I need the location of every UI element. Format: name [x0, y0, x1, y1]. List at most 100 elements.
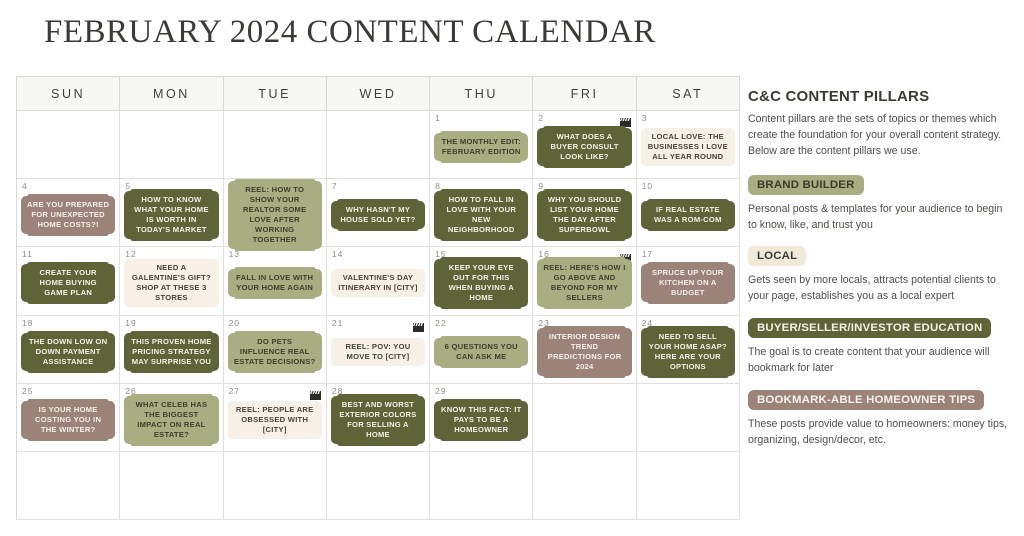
calendar-week-row	[17, 451, 740, 521]
calendar-day-cell[interactable]: 20 DO PETS INFLUENCE REAL ESTATE DECISION…	[223, 315, 327, 384]
calendar-day-cell[interactable]: 10 IF REAL ESTATE WAS A ROM-COM	[636, 179, 740, 248]
pillar-list: BRAND BUILDER Personal posts & templates …	[748, 174, 1010, 449]
day-number: 27	[228, 385, 241, 396]
day-header-sun: SUN	[17, 77, 121, 111]
content-post-tag[interactable]: REEL: HOW TO SHOW YOUR REALTOR SOME LOVE…	[227, 179, 322, 252]
day-header-fri: FRI	[533, 77, 637, 111]
pillar-badge[interactable]: BRAND BUILDER	[748, 174, 864, 195]
calendar-grid: SUN MON TUE WED THU FRI SAT 1 THE MONTHLY EDIT:…	[16, 76, 740, 521]
day-header-wed: WED	[326, 77, 431, 111]
pillar-item: BOOKMARK-ABLE HOMEOWNER TIPS These posts …	[748, 390, 1010, 449]
content-post-tag[interactable]: REEL: HERE'S HOW I GO ABOVE AND BEYOND F…	[537, 257, 632, 310]
content-post-tag[interactable]: FALL IN LOVE WITH YOUR HOME AGAIN	[227, 267, 322, 300]
pillar-badge[interactable]: BUYER/SELLER/INVESTOR EDUCATION	[748, 318, 992, 339]
day-number: 21	[331, 317, 344, 328]
calendar-day-cell[interactable]: 1 THE MONTHLY EDIT: FEBRUARY EDITION	[430, 111, 534, 180]
calendar-week-row: 25 IS YOUR HOME COSTING YOU IN THE WINTER…	[17, 383, 740, 452]
calendar-day-cell[interactable]: 28 BEST AND WORST EXTERIOR COLORS FOR SEL…	[326, 383, 431, 452]
pillar-item: LOCAL Gets seen by more locals, attracts …	[748, 246, 1010, 305]
calendar-day-cell-empty	[326, 451, 431, 521]
pillar-badge[interactable]: LOCAL	[748, 246, 807, 267]
calendar-week-row: 11 CREATE YOUR HOME BUYING GAME PLAN 12 NEE…	[17, 247, 740, 316]
day-header-thu: THU	[430, 77, 534, 111]
calendar-day-cell[interactable]: 4 ARE YOU PREPARED FOR UNEXPECTED HOME CO…	[17, 179, 121, 248]
content-post-tag[interactable]: CREATE YOUR HOME BUYING GAME PLAN	[21, 262, 116, 305]
calendar-day-cell[interactable]: 23 INTERIOR DESIGN TREND PREDICTIONS FOR …	[533, 315, 637, 384]
content-post-tag[interactable]: 6 QUESTIONS YOU CAN ASK ME	[434, 335, 529, 368]
pillar-description: Gets seen by more locals, attracts poten…	[748, 274, 996, 303]
calendar-day-cell[interactable]: 15 KEEP YOUR EYE OUT FOR THIS WHEN BUYING…	[430, 247, 534, 316]
calendar-day-cell[interactable]: 24 NEED TO SELL YOUR HOME ASAP? HERE ARE …	[636, 315, 740, 384]
content-post-tag[interactable]: VALENTINE'S DAY ITINERARY IN [CITY]	[330, 269, 426, 298]
calendar-week-row: 1 THE MONTHLY EDIT: FEBRUARY EDITION 2 WHAT…	[17, 111, 740, 180]
content-post-tag[interactable]: THE MONTHLY EDIT: FEBRUARY EDITION	[434, 131, 529, 164]
content-post-tag[interactable]: WHY HASN'T MY HOUSE SOLD YET?	[330, 199, 426, 232]
day-number: 25	[22, 385, 34, 396]
content-post-tag[interactable]: THIS PROVEN HOME PRICING STRATEGY MAY SU…	[124, 330, 219, 373]
content-post-tag[interactable]: SPRUCE UP YOUR KITCHEN ON A BUDGET	[640, 262, 735, 305]
calendar-day-cell[interactable]: 18 THE DOWN LOW ON DOWN PAYMENT ASSISTANC…	[17, 315, 121, 384]
day-number: 14	[331, 249, 344, 260]
page-title: FEBRUARY 2024 CONTENT CALENDAR	[44, 14, 656, 50]
day-of-week-header-row: SUN MON TUE WED THU FRI SAT	[17, 77, 740, 111]
content-post-tag[interactable]: THE DOWN LOW ON DOWN PAYMENT ASSISTANCE	[21, 330, 116, 373]
calendar-day-cell[interactable]: 12 NEED A GALENTINE'S GIFT? SHOP AT THESE…	[120, 247, 224, 316]
calendar-day-cell[interactable]: 21 REEL: POV: YOU MOVE TO [CITY]	[326, 315, 431, 384]
calendar-day-cell[interactable]: 6REEL: HOW TO SHOW YOUR REALTOR SOME LOV…	[223, 179, 327, 252]
content-post-tag[interactable]: NEED A GALENTINE'S GIFT? SHOP AT THESE 3…	[124, 259, 219, 308]
day-number: 11	[22, 249, 33, 260]
calendar-day-cell[interactable]: 14 VALENTINE'S DAY ITINERARY IN [CITY]	[326, 247, 431, 316]
calendar-day-cell[interactable]: 27 REEL: PEOPLE ARE OBSESSED WITH [CITY]	[223, 383, 327, 452]
calendar-day-cell-empty	[636, 383, 740, 452]
day-number: 3	[641, 113, 648, 123]
day-number: 4	[22, 181, 28, 192]
calendar-day-cell-empty	[120, 111, 224, 180]
calendar-day-cell-empty	[17, 111, 121, 180]
calendar-day-cell[interactable]: 11 CREATE YOUR HOME BUYING GAME PLAN	[17, 247, 121, 316]
day-number: 2	[538, 113, 545, 123]
day-header-mon: MON	[120, 77, 224, 111]
calendar-day-cell[interactable]: 29 KNOW THIS FACT: IT PAYS TO BE A HOMEOW…	[430, 383, 534, 452]
pillar-description: Personal posts & templates for your audi…	[748, 202, 1003, 231]
content-post-tag[interactable]: NEED TO SELL YOUR HOME ASAP? HERE ARE YO…	[640, 325, 735, 378]
day-number: 10	[641, 181, 654, 192]
content-post-tag[interactable]: IS YOUR HOME COSTING YOU IN THE WINTER?	[21, 398, 116, 441]
calendar-day-cell[interactable]: 2 WHAT DOES A BUYER CONSULT LOOK LIKE?	[533, 111, 637, 180]
sidebar-intro-text: Content pillars are the sets of topics o…	[748, 113, 1002, 157]
calendar-day-cell[interactable]: 5 HOW TO KNOW WHAT YOUR HOME IS WORTH IN …	[120, 179, 224, 248]
calendar-day-cell[interactable]: 17 SPRUCE UP YOUR KITCHEN ON A BUDGET	[636, 247, 740, 316]
content-post-tag[interactable]: WHY YOU SHOULD LIST YOUR HOME THE DAY AF…	[537, 189, 632, 242]
calendar-day-cell[interactable]: 13 FALL IN LOVE WITH YOUR HOME AGAIN	[223, 247, 327, 316]
calendar-weeks: 1 THE MONTHLY EDIT: FEBRUARY EDITION 2 WHAT…	[17, 111, 740, 521]
content-post-tag[interactable]: WHAT CELEB HAS THE BIGGEST IMPACT ON REA…	[124, 393, 219, 446]
content-post-tag[interactable]: REEL: POV: YOU MOVE TO [CITY]	[330, 337, 426, 366]
content-post-tag[interactable]: ARE YOU PREPARED FOR UNEXPECTED HOME COS…	[21, 194, 116, 237]
content-post-tag[interactable]: LOCAL LOVE: THE BUSINESSES I LOVE ALL YE…	[640, 128, 735, 167]
calendar-day-cell[interactable]: 9 WHY YOU SHOULD LIST YOUR HOME THE DAY A…	[533, 179, 637, 248]
calendar-day-cell-empty	[120, 451, 224, 521]
content-post-tag[interactable]: HOW TO FALL IN LOVE WITH YOUR NEW NEIGHB…	[434, 189, 529, 242]
content-post-tag[interactable]: IF REAL ESTATE WAS A ROM-COM	[640, 199, 735, 232]
calendar-day-cell[interactable]: 19 THIS PROVEN HOME PRICING STRATEGY MAY …	[120, 315, 224, 384]
sidebar-title: C&C CONTENT PILLARS	[748, 88, 930, 105]
pillar-badge[interactable]: BOOKMARK-ABLE HOMEOWNER TIPS	[748, 390, 985, 411]
content-post-tag[interactable]: WHAT DOES A BUYER CONSULT LOOK LIKE?	[537, 126, 632, 169]
day-number: 13	[228, 249, 241, 260]
calendar-day-cell[interactable]: 8 HOW TO FALL IN LOVE WITH YOUR NEW NEIGH…	[430, 179, 534, 248]
content-post-tag[interactable]: HOW TO KNOW WHAT YOUR HOME IS WORTH IN T…	[124, 189, 219, 242]
day-number: 22	[435, 317, 447, 328]
content-post-tag[interactable]: REEL: PEOPLE ARE OBSESSED WITH [CITY]	[227, 400, 322, 439]
calendar-day-cell[interactable]: 26 WHAT CELEB HAS THE BIGGEST IMPACT ON R…	[120, 383, 224, 452]
calendar-day-cell[interactable]: 22 6 QUESTIONS YOU CAN ASK ME	[430, 315, 534, 384]
calendar-day-cell[interactable]: 3 LOCAL LOVE: THE BUSINESSES I LOVE ALL Y…	[636, 111, 740, 180]
calendar-day-cell[interactable]: 16 REEL: HERE'S HOW I GO ABOVE AND BEYOND…	[533, 247, 637, 316]
content-post-tag[interactable]: DO PETS INFLUENCE REAL ESTATE DECISIONS?	[227, 330, 322, 373]
content-post-tag[interactable]: INTERIOR DESIGN TREND PREDICTIONS FOR 20…	[537, 325, 632, 378]
content-post-tag[interactable]: BEST AND WORST EXTERIOR COLORS FOR SELLI…	[330, 393, 426, 446]
day-header-sat: SAT	[636, 77, 740, 111]
content-post-tag[interactable]: KNOW THIS FACT: IT PAYS TO BE A HOMEOWNE…	[434, 398, 529, 441]
content-post-tag[interactable]: KEEP YOUR EYE OUT FOR THIS WHEN BUYING A…	[434, 257, 529, 310]
calendar-day-cell[interactable]: 7 WHY HASN'T MY HOUSE SOLD YET?	[326, 179, 431, 248]
calendar-day-cell-empty	[17, 451, 121, 521]
calendar-day-cell[interactable]: 25 IS YOUR HOME COSTING YOU IN THE WINTER…	[17, 383, 121, 452]
